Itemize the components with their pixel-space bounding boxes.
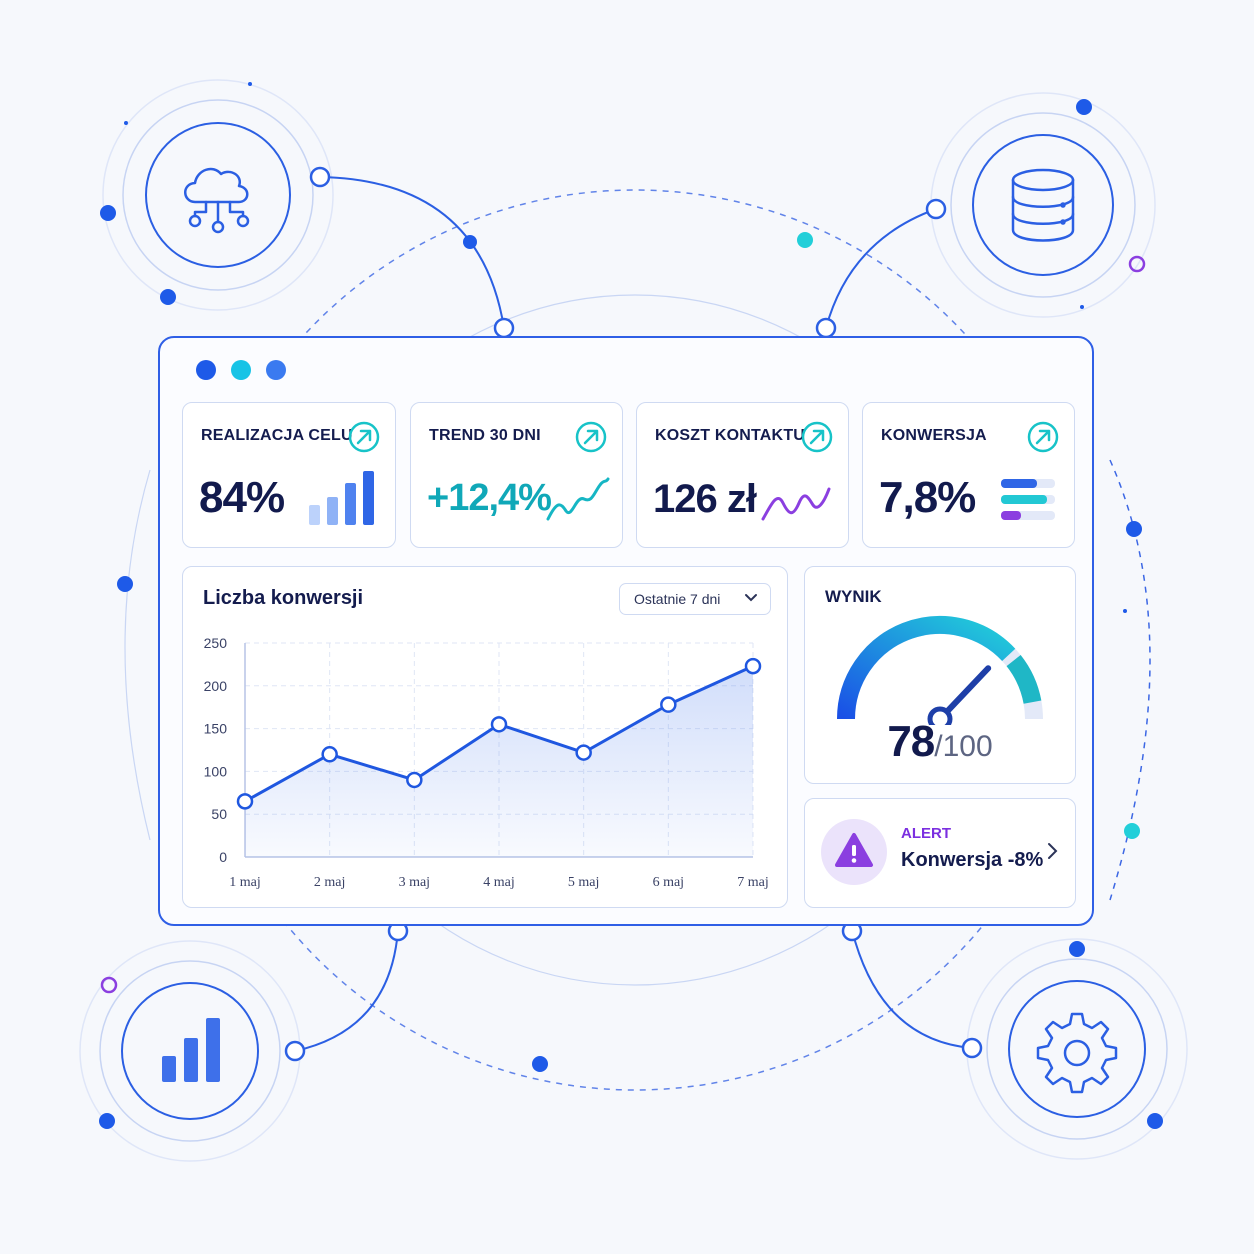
- kpi-value: +12,4%: [427, 477, 552, 519]
- x-tick-label: 4 maj: [483, 875, 515, 890]
- alert-label: ALERT: [901, 825, 951, 842]
- y-tick-label: 50: [211, 806, 227, 822]
- x-tick-label: 5 maj: [568, 875, 600, 890]
- window-controls: [196, 360, 286, 380]
- database-icon: [998, 160, 1088, 250]
- kpi-card-contact-cost[interactable]: KOSZT KONTAKTU 126 zł: [636, 402, 849, 548]
- score-label: WYNIK: [825, 587, 882, 606]
- window-dot-2[interactable]: [231, 360, 251, 380]
- data-point: [575, 744, 592, 761]
- teal-sparkline-icon: [546, 477, 610, 521]
- score-panel: WYNIK 78/100: [804, 566, 1076, 784]
- x-tick-label: 6 maj: [653, 875, 685, 890]
- y-tick-label: 150: [204, 721, 228, 737]
- cloud-network-icon: [173, 150, 263, 240]
- score-readout: 78/100: [805, 717, 1075, 767]
- bar-chart-icon: [148, 1008, 238, 1098]
- data-point: [660, 696, 677, 713]
- kpi-value: 7,8%: [879, 473, 976, 522]
- y-tick-label: 250: [204, 635, 228, 651]
- kpi-label: TREND 30 DNI: [429, 427, 541, 444]
- score-gauge: [837, 616, 1043, 725]
- kpi-card-trend[interactable]: TREND 30 DNI +12,4%: [410, 402, 623, 548]
- trend-up-arrow-icon: [801, 421, 833, 453]
- alert-card[interactable]: ALERT Konwersja -8%: [804, 798, 1076, 908]
- x-tick-label: 3 maj: [399, 875, 431, 890]
- kpi-label: REALIZACJA CELU: [201, 427, 353, 444]
- kpi-card-goal[interactable]: REALIZACJA CELU 84%: [182, 402, 396, 548]
- warning-icon: [821, 819, 887, 885]
- kpi-value: 84%: [199, 473, 285, 522]
- data-point: [236, 793, 254, 810]
- x-tick-label: 2 maj: [314, 875, 346, 890]
- trend-up-arrow-icon: [1027, 421, 1059, 453]
- x-tick-label: 1 maj: [229, 875, 261, 890]
- kpi-card-conversion[interactable]: KONWERSJA 7,8%: [862, 402, 1075, 548]
- alert-message: Konwersja -8%: [901, 849, 1044, 871]
- conversions-chart-panel: Liczba konwersji Ostatnie 7 dni 0 50 100 15…: [182, 566, 788, 908]
- series-area: [245, 666, 753, 857]
- bar-sparkline-icon: [309, 471, 374, 525]
- window-dot-3[interactable]: [266, 360, 286, 380]
- y-tick-label: 0: [219, 849, 227, 865]
- x-tick-label: 7 maj: [737, 875, 769, 890]
- score-max: /100: [934, 730, 993, 763]
- progress-bars-icon: [1001, 479, 1055, 520]
- y-tick-label: 200: [204, 678, 228, 694]
- data-point: [321, 746, 338, 763]
- trend-up-arrow-icon: [348, 421, 380, 453]
- kpi-label: KONWERSJA: [881, 427, 987, 444]
- score-value: 78: [887, 717, 935, 766]
- data-point: [744, 657, 762, 675]
- y-tick-label: 100: [204, 763, 228, 779]
- dashboard-window: REALIZACJA CELU 84% TREND 30 DNI +12,4% …: [158, 336, 1094, 926]
- data-point: [406, 771, 423, 789]
- conversions-line-chart: 0 50 100 150 200 250 1 maj 2 maj 3 maj 4 maj 5 maj…: [204, 635, 769, 890]
- window-dot-1[interactable]: [196, 360, 216, 380]
- kpi-label: KOSZT KONTAKTU: [655, 427, 806, 444]
- chevron-right-icon[interactable]: [1047, 841, 1059, 861]
- gear-icon: [1032, 1004, 1122, 1094]
- kpi-value: 126 zł: [653, 477, 757, 521]
- purple-sparkline-icon: [761, 487, 831, 521]
- data-point: [490, 716, 508, 733]
- trend-up-arrow-icon: [575, 421, 607, 453]
